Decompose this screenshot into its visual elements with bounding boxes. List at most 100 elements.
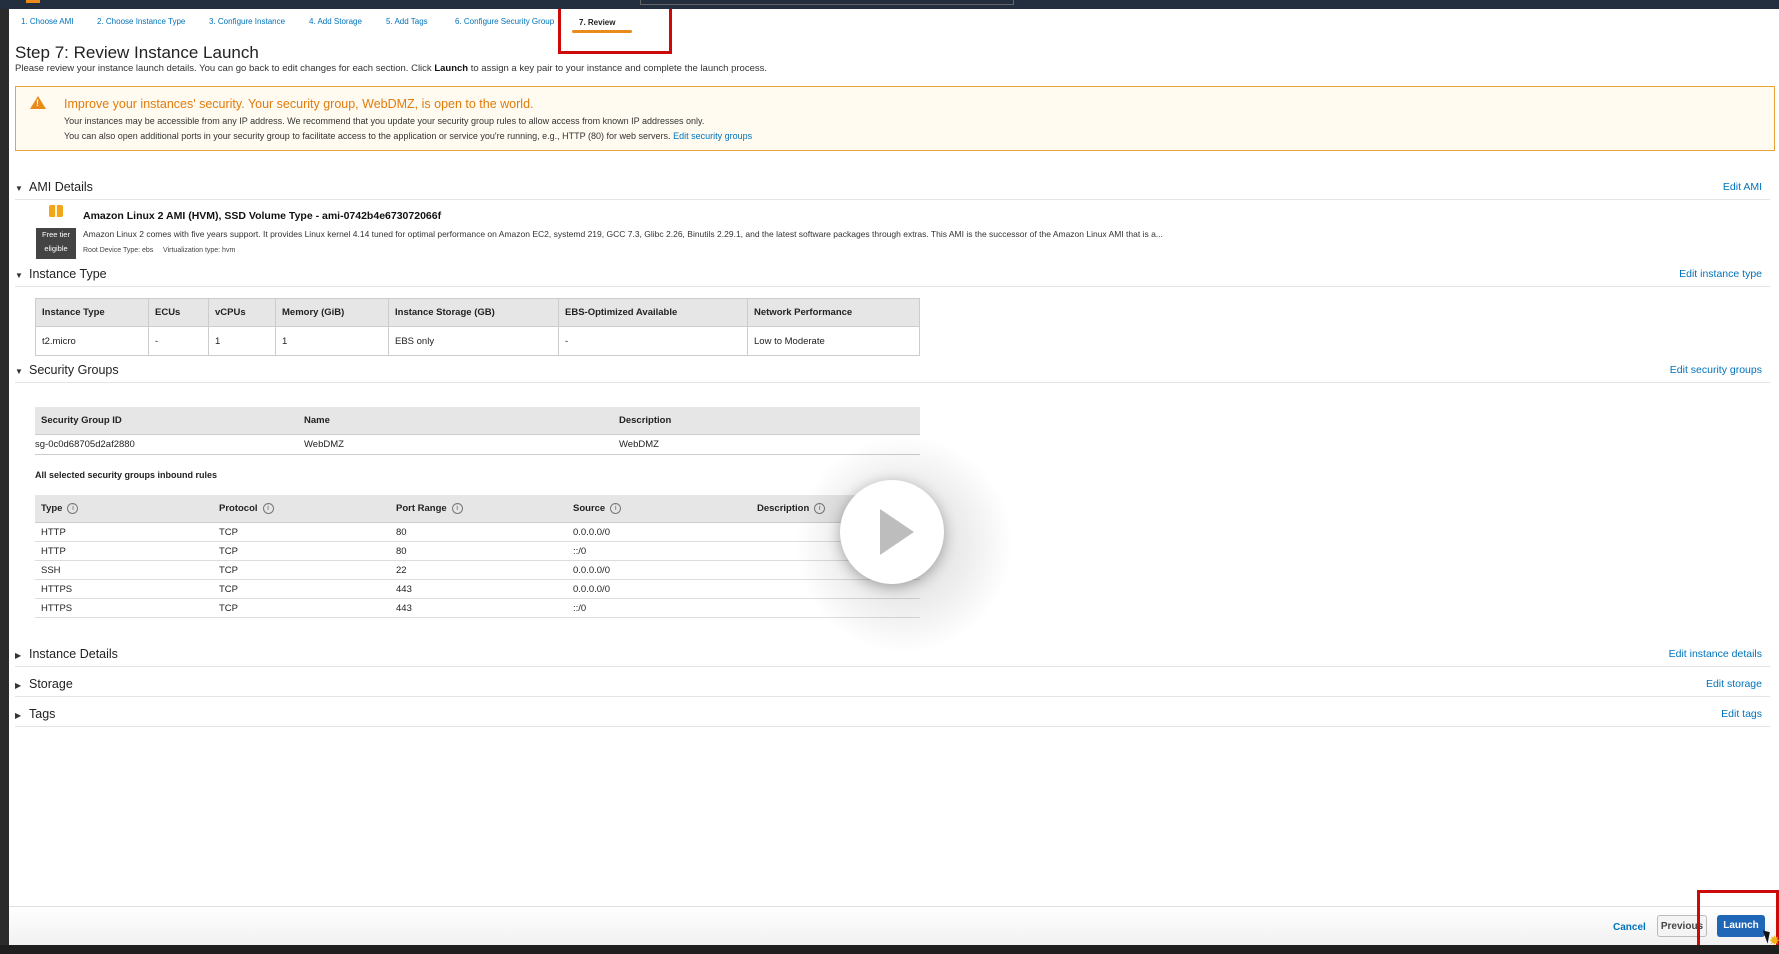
section-tags[interactable]: ▶ Tags	[15, 707, 55, 721]
warning-line-1: Your instances may be accessible from an…	[64, 116, 705, 126]
section-ami-details[interactable]: ▼ AMI Details	[15, 180, 93, 194]
section-tags-label: Tags	[29, 707, 56, 721]
column-header-label: Port Range	[396, 503, 447, 514]
table-cell: TCP	[213, 579, 390, 599]
warning-triangle-icon: !	[30, 96, 46, 109]
table-row: SSH TCP 22 0.0.0.0/0	[35, 560, 920, 580]
divider	[15, 199, 1770, 200]
divider	[15, 382, 1770, 383]
section-security-groups[interactable]: ▼ Security Groups	[15, 363, 119, 377]
divider	[15, 726, 1770, 727]
table-cell: 1	[208, 326, 276, 356]
step-choose-instance-type[interactable]: 2. Choose Instance Type	[97, 17, 185, 26]
warning-line-2: You can also open additional ports in yo…	[64, 131, 752, 141]
edit-security-groups-link[interactable]: Edit security groups	[1670, 364, 1762, 376]
inbound-rules-label: All selected security groups inbound rul…	[35, 470, 218, 480]
info-icon[interactable]: i	[67, 502, 79, 514]
warning-edit-security-groups-link[interactable]: Edit security groups	[673, 131, 752, 141]
free-tier-badge: Free tier eligible	[36, 228, 76, 259]
instance-type-table: Instance Type ECUs vCPUs Memory (GiB) In…	[35, 298, 920, 356]
section-instance-details[interactable]: ▶ Instance Details	[15, 647, 118, 661]
table-cell: 443	[390, 598, 567, 618]
caret-right-icon: ▶	[15, 681, 22, 690]
table-cell: 80	[390, 541, 567, 561]
step-add-tags[interactable]: 5. Add Tags	[386, 17, 428, 26]
free-tier-line-1: Free tier	[42, 230, 70, 239]
table-cell: HTTPS	[35, 579, 213, 599]
warning-line-2-text: You can also open additional ports in yo…	[64, 131, 671, 141]
section-instance-type-label: Instance Type	[29, 267, 107, 281]
table-cell: HTTP	[35, 541, 213, 561]
caret-down-icon: ▼	[15, 271, 23, 280]
table-cell: 1	[275, 326, 389, 356]
table-cell: SSH	[35, 560, 213, 580]
search-box-outline[interactable]	[640, 0, 1014, 5]
table-cell: ::/0	[567, 598, 751, 618]
column-header-port-range: Port Range i	[390, 495, 567, 523]
column-header: vCPUs	[208, 298, 276, 327]
step-configure-instance[interactable]: 3. Configure Instance	[209, 17, 285, 26]
subtitle-bold: Launch	[434, 63, 469, 74]
edit-instance-type-link[interactable]: Edit instance type	[1679, 268, 1762, 280]
column-header: Instance Storage (GB)	[388, 298, 559, 327]
caret-down-icon: ▼	[15, 184, 23, 193]
security-warning: ! Improve your instances' security. Your…	[15, 86, 1775, 151]
info-icon[interactable]: i	[610, 502, 622, 514]
edit-ami-link[interactable]: Edit AMI	[1723, 181, 1762, 193]
ami-cube-icon	[49, 205, 63, 217]
section-storage[interactable]: ▶ Storage	[15, 677, 73, 691]
column-header-source: Source i	[567, 495, 751, 523]
section-ami-details-label: AMI Details	[29, 180, 93, 194]
table-cell: TCP	[213, 560, 390, 580]
table-cell: 443	[390, 579, 567, 599]
ami-description: Amazon Linux 2 comes with five years sup…	[83, 229, 1163, 239]
column-header: Memory (GiB)	[275, 298, 389, 327]
table-header-row: Type i Protocol i Port Range i Source i Desc…	[35, 495, 920, 523]
column-header: Network Performance	[747, 298, 920, 327]
table-cell: ::/0	[567, 541, 751, 561]
column-header: Description	[613, 407, 920, 435]
table-cell: HTTPS	[35, 598, 213, 618]
column-header-protocol: Protocol i	[213, 495, 390, 523]
subtitle-text-end: to assign a key pair to your instance an…	[468, 63, 767, 74]
table-cell: 0.0.0.0/0	[567, 579, 751, 599]
table-cell: Low to Moderate	[747, 326, 920, 356]
brand-mark	[26, 0, 40, 3]
info-icon[interactable]: i	[451, 502, 463, 514]
table-header-row: Instance Type ECUs vCPUs Memory (GiB) In…	[35, 298, 920, 327]
section-storage-label: Storage	[29, 677, 73, 691]
click-sparkle-icon: ✸	[1769, 933, 1779, 945]
step-choose-ami[interactable]: 1. Choose AMI	[21, 17, 73, 26]
divider	[15, 286, 1770, 287]
section-security-groups-label: Security Groups	[29, 363, 119, 377]
edit-instance-details-link[interactable]: Edit instance details	[1669, 648, 1762, 660]
launch-wizard-page: 1. Choose AMI 2. Choose Instance Type 3.…	[9, 9, 1779, 945]
column-header: EBS-Optimized Available	[558, 298, 748, 327]
divider	[15, 666, 1770, 667]
caret-right-icon: ▶	[15, 711, 22, 720]
ami-meta: Root Device Type: ebs Virtualization typ…	[83, 247, 235, 254]
column-header-label: Protocol	[219, 503, 258, 514]
edit-tags-link[interactable]: Edit tags	[1721, 708, 1762, 720]
ami-virtualization: Virtualization type: hvm	[163, 247, 236, 254]
play-button[interactable]	[840, 480, 944, 584]
page-title: Step 7: Review Instance Launch	[15, 43, 259, 62]
section-instance-details-label: Instance Details	[29, 647, 118, 661]
table-cell: TCP	[213, 522, 390, 542]
play-icon	[880, 509, 914, 555]
section-instance-type[interactable]: ▼ Instance Type	[15, 267, 107, 281]
free-tier-line-2: eligible	[44, 244, 68, 253]
table-cell: HTTP	[35, 522, 213, 542]
info-icon[interactable]: i	[262, 502, 274, 514]
step-configure-security-group[interactable]: 6. Configure Security Group	[455, 17, 559, 26]
cancel-button[interactable]: Cancel	[1613, 922, 1646, 933]
step-add-storage[interactable]: 4. Add Storage	[309, 17, 362, 26]
edit-storage-link[interactable]: Edit storage	[1706, 678, 1762, 690]
table-cell: t2.micro	[35, 326, 149, 356]
table-row: HTTP TCP 80 ::/0	[35, 541, 920, 561]
caret-down-icon: ▼	[15, 367, 23, 376]
column-header-type: Type i	[35, 495, 213, 523]
table-cell: 0.0.0.0/0	[567, 560, 751, 580]
table-row: sg-0c0d68705d2af2880 WebDMZ WebDMZ	[35, 434, 920, 455]
column-header-label: Type	[41, 503, 63, 514]
